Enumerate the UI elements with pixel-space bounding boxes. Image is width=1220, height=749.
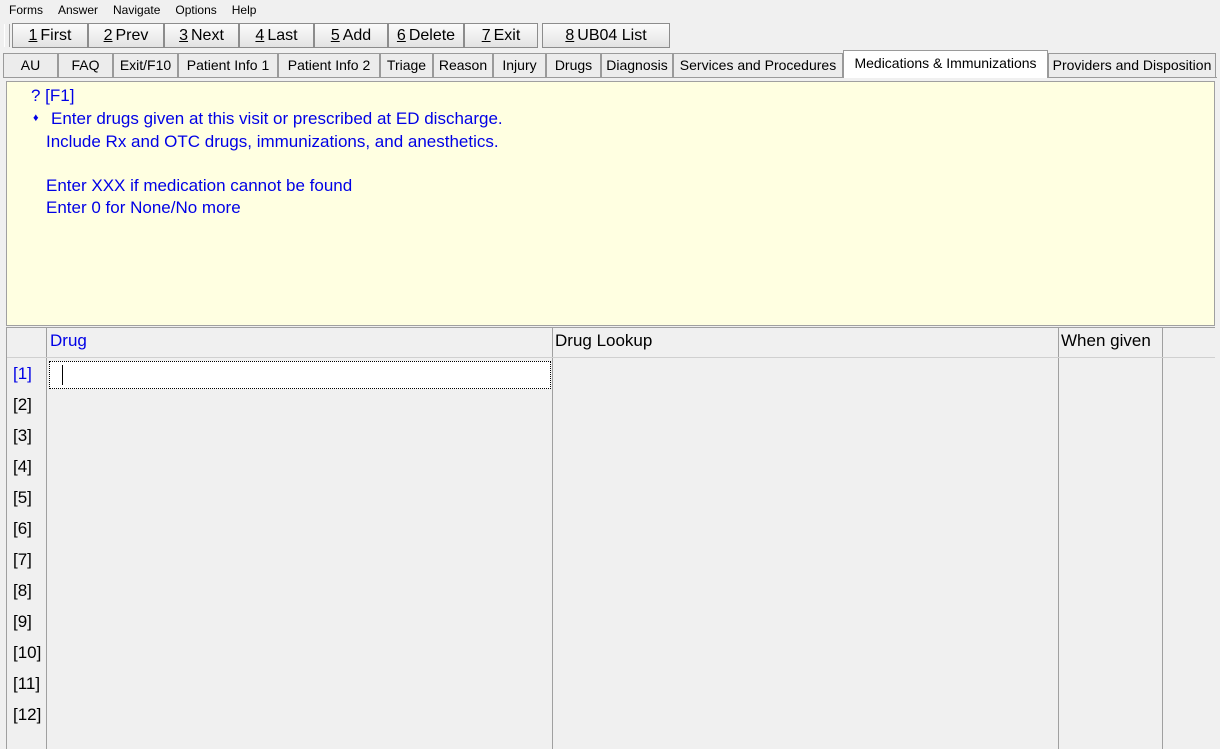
first-button[interactable]: 1 First xyxy=(12,23,88,48)
last-button-label: Last xyxy=(267,27,298,44)
tab-services-and-procedures[interactable]: Services and Procedures xyxy=(673,53,843,77)
next-button[interactable]: 3 Next xyxy=(164,23,239,48)
grid-divider xyxy=(1058,328,1059,749)
grid-divider xyxy=(46,328,47,749)
menu-answer[interactable]: Answer xyxy=(50,0,105,21)
medications-grid: Drug Drug Lookup When given [1] [2] [3] … xyxy=(6,327,1215,749)
bullet-icon: ♦ xyxy=(33,112,39,124)
row-header[interactable]: [4] xyxy=(13,457,32,477)
tab-patient-info-2[interactable]: Patient Info 2 xyxy=(278,53,380,77)
help-hotkey[interactable]: ? [F1] xyxy=(31,86,74,106)
row-header[interactable]: [11] xyxy=(13,674,40,694)
help-panel: ? [F1] ♦ Enter drugs given at this visit… xyxy=(6,81,1215,326)
help-line-2: Include Rx and OTC drugs, immunizations,… xyxy=(46,132,499,151)
last-button[interactable]: 4 Last xyxy=(239,23,314,48)
column-header-drug-lookup[interactable]: Drug Lookup xyxy=(555,331,652,351)
tab-patient-info-1[interactable]: Patient Info 1 xyxy=(178,53,278,77)
grid-divider xyxy=(1162,328,1163,749)
tab-injury[interactable]: Injury xyxy=(493,53,546,77)
menu-navigate[interactable]: Navigate xyxy=(105,0,167,21)
row-header[interactable]: [2] xyxy=(13,395,32,415)
tab-reason[interactable]: Reason xyxy=(433,53,493,77)
row-header[interactable]: [10] xyxy=(13,643,41,663)
next-button-key: 3 xyxy=(179,27,188,44)
toolbar: 1 First 2 Prev 3 Next 4 Last 5 Add 6 Delete 7E… xyxy=(0,21,1220,49)
row-header[interactable]: [6] xyxy=(13,519,32,539)
last-button-key: 4 xyxy=(255,27,265,44)
header-divider xyxy=(7,357,1215,358)
help-line-4: Enter 0 for None/No more xyxy=(46,198,241,217)
first-button-label: First xyxy=(40,27,72,44)
delete-button[interactable]: 6 Delete xyxy=(388,23,464,48)
toolbar-grip xyxy=(4,24,10,47)
ub04-list-button[interactable]: 8 UB04 List xyxy=(542,23,670,48)
menu-forms[interactable]: Forms xyxy=(0,0,50,21)
row-header[interactable]: [9] xyxy=(13,612,32,632)
help-line-3: Enter XXX if medication cannot be found xyxy=(46,176,353,195)
ub04-list-button-key: 8 xyxy=(565,27,575,44)
menu-bar: Forms Answer Navigate Options Help xyxy=(0,0,1220,21)
row-header[interactable]: [7] xyxy=(13,550,32,570)
tab-triage[interactable]: Triage xyxy=(380,53,433,77)
menu-options[interactable]: Options xyxy=(167,0,223,21)
delete-button-label: Delete xyxy=(408,27,456,44)
drug-input-row-1[interactable] xyxy=(49,361,551,389)
row-header[interactable]: [12] xyxy=(13,705,41,725)
column-header-when-given[interactable]: When given xyxy=(1061,331,1151,351)
next-button-label: Next xyxy=(191,27,224,44)
tab-exit-f10[interactable]: Exit/F10 xyxy=(113,53,178,77)
tab-diagnosis[interactable]: Diagnosis xyxy=(601,53,673,77)
row-header[interactable]: [1] xyxy=(13,364,32,384)
exit-button[interactable]: 7 Exit xyxy=(464,23,538,48)
tab-medications-immunizations[interactable]: Medications & Immunizations xyxy=(843,50,1048,78)
row-header[interactable]: [8] xyxy=(13,581,32,601)
row-header[interactable]: [3] xyxy=(13,426,32,446)
help-line-1: Enter drugs given at this visit or presc… xyxy=(51,109,503,128)
first-button-key: 1 xyxy=(28,27,38,44)
exit-button-label: Exit xyxy=(493,27,521,44)
text-caret xyxy=(62,365,63,385)
add-button-label: Add xyxy=(342,27,372,44)
exit-button-key: 7 xyxy=(481,27,491,44)
prev-button-key: 2 xyxy=(103,27,113,44)
ub04-list-button-label: UB04 List xyxy=(577,27,647,44)
tab-drugs[interactable]: Drugs xyxy=(546,53,601,77)
tab-providers-and-disposition[interactable]: Providers and Disposition xyxy=(1048,53,1216,77)
menu-help[interactable]: Help xyxy=(224,0,264,21)
add-button[interactable]: 5 Add xyxy=(314,23,388,48)
prev-button[interactable]: 2 Prev xyxy=(88,23,164,48)
column-header-drug[interactable]: Drug xyxy=(50,331,87,351)
add-button-key: 5 xyxy=(330,27,340,44)
tab-strip: AU FAQ Exit/F10 Patient Info 1 Patient I… xyxy=(0,50,1220,78)
tab-au[interactable]: AU xyxy=(3,53,58,77)
row-header[interactable]: [5] xyxy=(13,488,32,508)
tab-faq[interactable]: FAQ xyxy=(58,53,113,77)
grid-divider xyxy=(552,328,553,749)
delete-button-key: 6 xyxy=(396,27,406,44)
prev-button-label: Prev xyxy=(115,27,149,44)
